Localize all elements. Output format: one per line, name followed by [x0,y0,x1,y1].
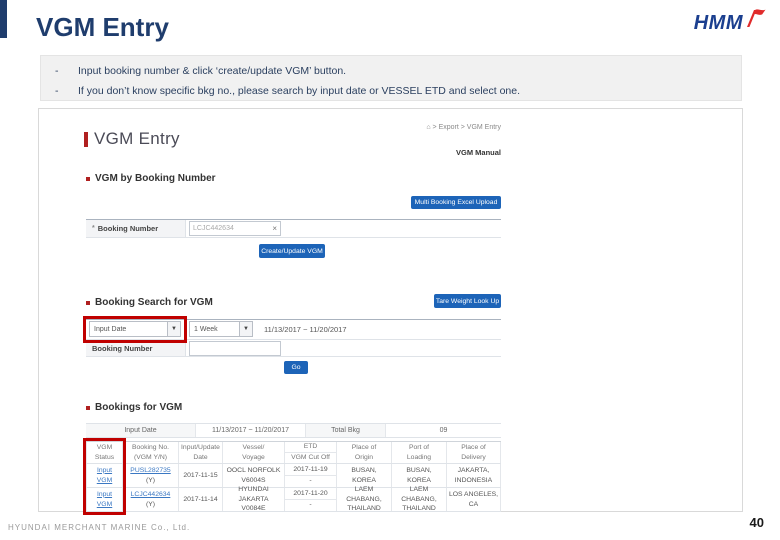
section-bullet-icon [86,300,90,305]
booking-number-row: * Booking Number LCJC442634 × [86,219,501,238]
search-date-range: 11/13/2017 ~ 11/20/2017 [264,325,347,334]
input-update-date-cell: 2017-11-14 [179,488,223,511]
bookings-summary-row: Input Date 11/13/2017 ~ 11/20/2017 Total… [86,423,501,438]
col-header-port-of-loading: Port of Loading [392,442,447,463]
required-mark: * [92,225,95,232]
note-text: Input booking number & click ‘create/upd… [78,65,347,77]
etd-cell: 2017-11-19 - [285,464,337,487]
place-of-origin-cell: LAEM CHABANG, THAILAND [337,486,392,512]
slide-accent-bar [0,0,7,38]
note-line: - If you don’t know specific bkg no., pl… [55,81,741,101]
place-of-delivery-cell: JAKARTA, INDONESIA [447,464,501,487]
booking-number-value: LCJC442634 [193,225,234,232]
note-dash: - [55,65,59,77]
annotation-rect-input-date [83,316,187,343]
section-bullet-icon [86,405,90,410]
col-header-etd-vgm-cutoff: ETD VGM Cut Off [285,442,337,463]
multi-booking-excel-upload-button[interactable]: Multi Booking Excel Upload [411,196,501,209]
instruction-notes: - Input booking number & click ‘create/u… [40,55,742,101]
summary-input-date-label: Input Date [86,424,196,437]
port-of-loading-cell: LAEM CHABANG, THAILAND [392,486,447,512]
col-header-booking-no: Booking No. (VGM Y/N) [123,442,179,463]
create-update-vgm-button[interactable]: Create/Update VGM [259,244,325,258]
booking-number-label: * Booking Number [86,220,186,237]
screenshot-panel: VGM Entry ⌂ > Export > VGM Entry VGM Man… [38,108,743,515]
section-bookings-for-vgm: Bookings for VGM [86,402,182,413]
period-value: 1 Week [194,325,218,333]
bookings-table: VGM Status Booking No. (VGM Y/N) Input/Upd… [86,441,501,512]
col-header-place-of-delivery: Place of Delivery [447,442,501,463]
section-booking-search: Booking Search for VGM [86,297,213,308]
summary-total-value: 09 [439,427,448,434]
place-of-delivery-cell: LOS ANGELES, CA [447,488,501,511]
etd-cell: 2017-11-20 - [285,488,337,511]
note-text: If you don’t know specific bkg no., plea… [78,85,521,97]
vgm-manual-link[interactable]: VGM Manual [399,148,501,157]
chevron-down-icon: ▼ [239,322,252,336]
booking-no-cell: PUSL282735 (Y) [123,464,179,487]
col-header-input-update-date: Input/Update Date [179,442,223,463]
slide: VGM Entry HMM - Input booking number & c… [0,0,780,540]
vessel-voyage-cell: OOCL NORFOLK V6004S [223,464,285,487]
booking-no-cell: LCJC442634 (Y) [123,488,179,511]
annotation-rect-vgm-status [83,438,126,515]
booking-number-input[interactable]: LCJC442634 × [189,221,281,236]
summary-total-label: Total Bkg [306,424,386,437]
section-vgm-by-booking: VGM by Booking Number [86,173,216,184]
input-update-date-cell: 2017-11-15 [179,464,223,487]
page-title: VGM Entry [36,12,169,42]
place-of-origin-cell: BUSAN, KOREA [337,464,392,487]
period-select[interactable]: 1 Week ▼ [189,321,253,337]
summary-date-range: 11/13/2017 ~ 11/20/2017 [196,424,306,437]
port-of-loading-cell: BUSAN, KOREA [392,464,447,487]
note-line: - Input booking number & click ‘create/u… [55,61,741,81]
search-booking-input[interactable] [189,340,281,356]
hmm-logo-text: HMM [693,12,743,34]
booking-no-link[interactable]: LCJC442634 [131,490,171,500]
col-header-place-of-origin: Place of Origin [337,442,392,463]
hmm-logo: HMM [694,8,766,33]
page-number: 40 [749,515,764,530]
home-icon[interactable]: ⌂ [426,124,430,131]
flag-icon [744,8,766,33]
tare-weight-look-up-button[interactable]: Tare Weight Look Up [434,294,501,308]
col-header-vessel-voyage: Vessel/Voyage [223,442,285,463]
table-header-row: VGM Status Booking No. (VGM Y/N) Input/Upd… [86,441,501,464]
company-footer: HYUNDAI MERCHANT MARINE Co., Ltd. [8,523,191,532]
shot-page-heading: VGM Entry [84,129,180,149]
heading-accent-bar [84,131,88,147]
booking-no-link[interactable]: PUSL282735 [130,466,170,476]
table-row: Input VGM LCJC442634 (Y) 2017-11-14 HYUN… [86,486,501,512]
go-button[interactable]: Go [284,361,308,374]
note-dash: - [55,85,59,97]
breadcrumb[interactable]: ⌂ > Export > VGM Entry [399,124,501,131]
clear-icon[interactable]: × [272,224,277,233]
breadcrumb-path: > Export > VGM Entry [432,124,501,131]
vessel-voyage-cell: HYUNDAI JAKARTA V0084E [223,486,285,512]
section-bullet-icon [86,176,90,181]
